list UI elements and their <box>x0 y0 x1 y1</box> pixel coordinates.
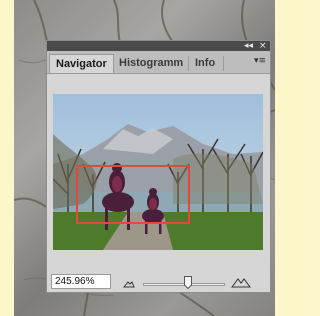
tab-info[interactable]: Info <box>189 54 221 73</box>
mountain-small-icon[interactable] <box>123 278 135 288</box>
tab-divider <box>223 56 224 71</box>
panel-tabs: Navigator Histogramm Info ▾≡ <box>47 51 270 74</box>
navigator-panel: ◂◂ × Navigator Histogramm Info ▾≡ 245.96… <box>46 40 271 293</box>
panel-menu-icon[interactable]: ▾≡ <box>254 56 266 66</box>
double-chevron-icon[interactable]: ◂◂ <box>244 41 253 51</box>
tab-histogramm[interactable]: Histogramm <box>113 54 189 73</box>
panel-title-bar[interactable]: ◂◂ × <box>47 41 270 51</box>
mountain-large-icon[interactable] <box>231 276 251 288</box>
navigator-preview[interactable] <box>53 94 263 250</box>
zoom-controls: 245.96% <box>47 270 270 292</box>
zoom-slider-thumb[interactable] <box>184 276 192 289</box>
yellow-margin <box>0 0 14 316</box>
preview-thumbnail <box>53 94 263 250</box>
zoom-input[interactable]: 245.96% <box>51 274 111 289</box>
close-icon[interactable]: × <box>259 41 267 51</box>
tab-navigator[interactable]: Navigator <box>49 54 114 73</box>
